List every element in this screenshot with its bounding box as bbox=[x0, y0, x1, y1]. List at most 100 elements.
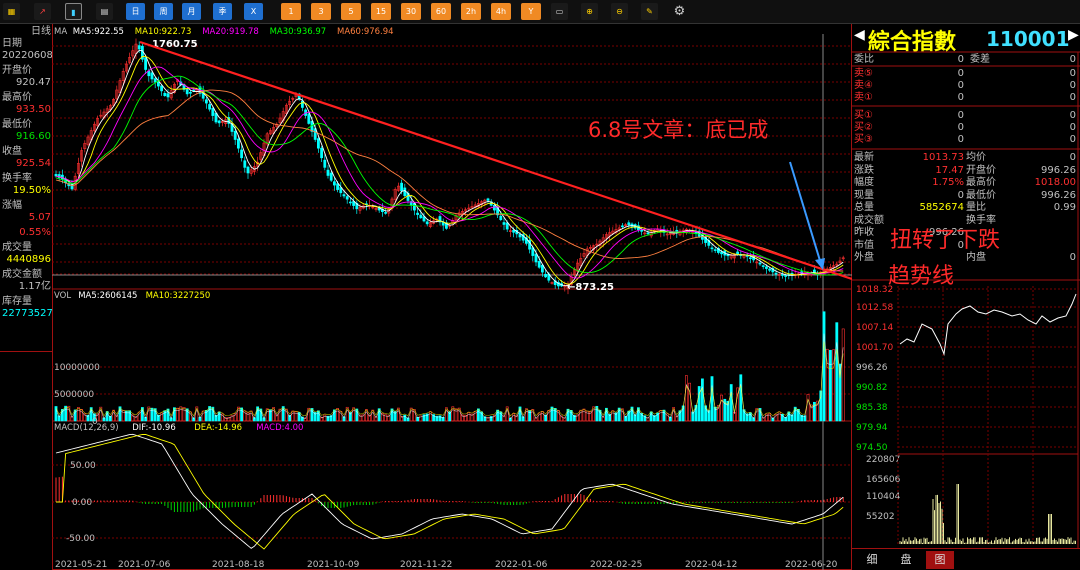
period-year-button[interactable]: Y bbox=[521, 3, 541, 20]
order-book-value: 0 bbox=[1069, 80, 1076, 91]
period-x-button[interactable]: X bbox=[244, 3, 263, 20]
quote-stat-label: 涨跌 bbox=[854, 164, 874, 176]
vol-axis-label: 10000000 bbox=[54, 363, 100, 373]
date-axis-label: 2022-06-20 bbox=[785, 560, 838, 570]
order-book-value: 0 bbox=[957, 80, 964, 91]
intraday-axis-label: 1012.58 bbox=[856, 303, 893, 313]
period-30min-button[interactable]: 30 bbox=[401, 3, 421, 20]
info-value: 5.07 bbox=[28, 212, 51, 223]
low-price-label: ←873.25 bbox=[567, 282, 614, 293]
candle bbox=[336, 183, 340, 190]
downtrend-line bbox=[139, 40, 852, 281]
macd-axis-label: -50.00 bbox=[66, 534, 95, 544]
candle bbox=[160, 85, 164, 92]
article-annotation: 6.8号文章：底已成 bbox=[588, 118, 769, 142]
volume-bar bbox=[428, 411, 432, 422]
period-15min-button[interactable]: 15 bbox=[371, 3, 391, 20]
info-value: 1.17亿 bbox=[18, 281, 51, 292]
period-1min-button[interactable]: 1 bbox=[281, 3, 301, 20]
macd-legend-item: MACD(12,26,9) bbox=[54, 423, 119, 433]
line-chart-icon[interactable]: ↗ bbox=[34, 3, 51, 20]
period-week-button[interactable]: 周 bbox=[154, 3, 173, 20]
order-book-value: 0 bbox=[1069, 54, 1076, 65]
candle bbox=[620, 225, 624, 228]
order-book-value: 0 bbox=[957, 134, 964, 145]
gear-icon[interactable]: ⚙ bbox=[671, 3, 688, 20]
window-icon[interactable]: ▭ bbox=[551, 3, 568, 20]
volume-bar bbox=[748, 412, 752, 422]
volume-bar bbox=[476, 408, 480, 422]
period-4h-button[interactable]: 4h bbox=[491, 3, 511, 20]
quote-stat-label: 最高价 bbox=[966, 177, 996, 188]
pencil-icon[interactable]: ✎ bbox=[641, 3, 658, 20]
grid-menu-icon[interactable]: ▦ bbox=[3, 3, 20, 20]
volume-bar bbox=[150, 407, 154, 422]
ma-legend-item: MA10:922.73 bbox=[135, 27, 192, 37]
candle bbox=[348, 201, 352, 204]
info-value: 0.55% bbox=[19, 227, 51, 238]
candle bbox=[342, 194, 346, 197]
zoom-in-icon[interactable]: ⊕ bbox=[581, 3, 598, 20]
period-3min-button[interactable]: 3 bbox=[311, 3, 331, 20]
volume-bar bbox=[659, 410, 663, 422]
candle bbox=[211, 108, 215, 116]
period-60min-button[interactable]: 60 bbox=[431, 3, 451, 20]
vol-axis-label: 0 bbox=[92, 417, 98, 427]
volume-bar bbox=[147, 406, 151, 422]
tab-depth[interactable]: 盘 bbox=[892, 551, 920, 569]
period-month-button[interactable]: 月 bbox=[182, 3, 201, 20]
tab-chart[interactable]: 图 bbox=[926, 551, 954, 569]
main-chart[interactable]: MA MA5:922.55 MA10:922.73 MA20:919.78 MA30:9… bbox=[52, 24, 852, 570]
candle bbox=[137, 45, 141, 50]
volume-bar bbox=[700, 378, 704, 422]
order-book-value: 0 bbox=[1069, 122, 1076, 133]
quote-stat-value: 5852674 bbox=[919, 202, 964, 213]
period-2h-button[interactable]: 2h bbox=[461, 3, 481, 20]
calendar-icon[interactable]: ▤ bbox=[96, 3, 113, 20]
info-label: 涨幅 bbox=[2, 200, 22, 211]
order-book-value: 0 bbox=[957, 68, 964, 79]
macd-axis-label: 0.00 bbox=[72, 498, 92, 508]
period-5min-button[interactable]: 5 bbox=[341, 3, 361, 20]
volume-bar bbox=[806, 394, 810, 422]
volume-bar bbox=[787, 411, 791, 422]
period-day-button[interactable]: 日 bbox=[126, 3, 145, 20]
intraday-axis-label: 974.50 bbox=[856, 443, 888, 453]
zoom-out-icon[interactable]: ⊖ bbox=[611, 3, 628, 20]
candle-chart-icon[interactable]: ▮ bbox=[65, 3, 82, 20]
volume-bar bbox=[540, 411, 544, 422]
quote-stat-value: 996.26 bbox=[1041, 189, 1076, 201]
order-book-label: 买① bbox=[854, 110, 873, 121]
ma30-line bbox=[55, 75, 844, 276]
quote-stat-value: 0 bbox=[1069, 252, 1076, 263]
candle bbox=[316, 138, 320, 149]
candle bbox=[764, 266, 768, 269]
candle bbox=[534, 253, 538, 263]
quote-stat-value: 1018.00 bbox=[1034, 177, 1076, 188]
volume-bar bbox=[569, 410, 573, 422]
volume-bar bbox=[201, 410, 205, 422]
candle bbox=[157, 81, 160, 87]
candle bbox=[419, 214, 423, 219]
order-book-value: 0 bbox=[957, 92, 964, 103]
volume-bar bbox=[835, 322, 839, 422]
quote-stat-value: 0 bbox=[957, 189, 964, 201]
info-panel: 日线 日期 20220608 开盘价 920.47 最高价 933.50 最低价 916.60… bbox=[0, 24, 53, 352]
dea-line bbox=[56, 433, 844, 550]
quote-stat-label: 量比 bbox=[966, 202, 986, 213]
order-book-label: 买③ bbox=[854, 134, 873, 145]
volume-bar bbox=[105, 411, 109, 422]
candle bbox=[205, 99, 208, 104]
candle bbox=[486, 198, 490, 201]
annotation-arrow bbox=[789, 161, 822, 265]
candle bbox=[246, 166, 250, 174]
volume-bar bbox=[54, 406, 58, 422]
quote-stat-label: 最低价 bbox=[966, 189, 996, 201]
volume-bar bbox=[310, 408, 314, 422]
candle bbox=[163, 92, 167, 96]
volume-bar bbox=[684, 375, 688, 422]
info-label: 最高价 bbox=[2, 92, 32, 103]
tab-detail[interactable]: 细 bbox=[858, 551, 886, 569]
candle bbox=[332, 181, 336, 186]
period-quarter-button[interactable]: 季 bbox=[213, 3, 232, 20]
